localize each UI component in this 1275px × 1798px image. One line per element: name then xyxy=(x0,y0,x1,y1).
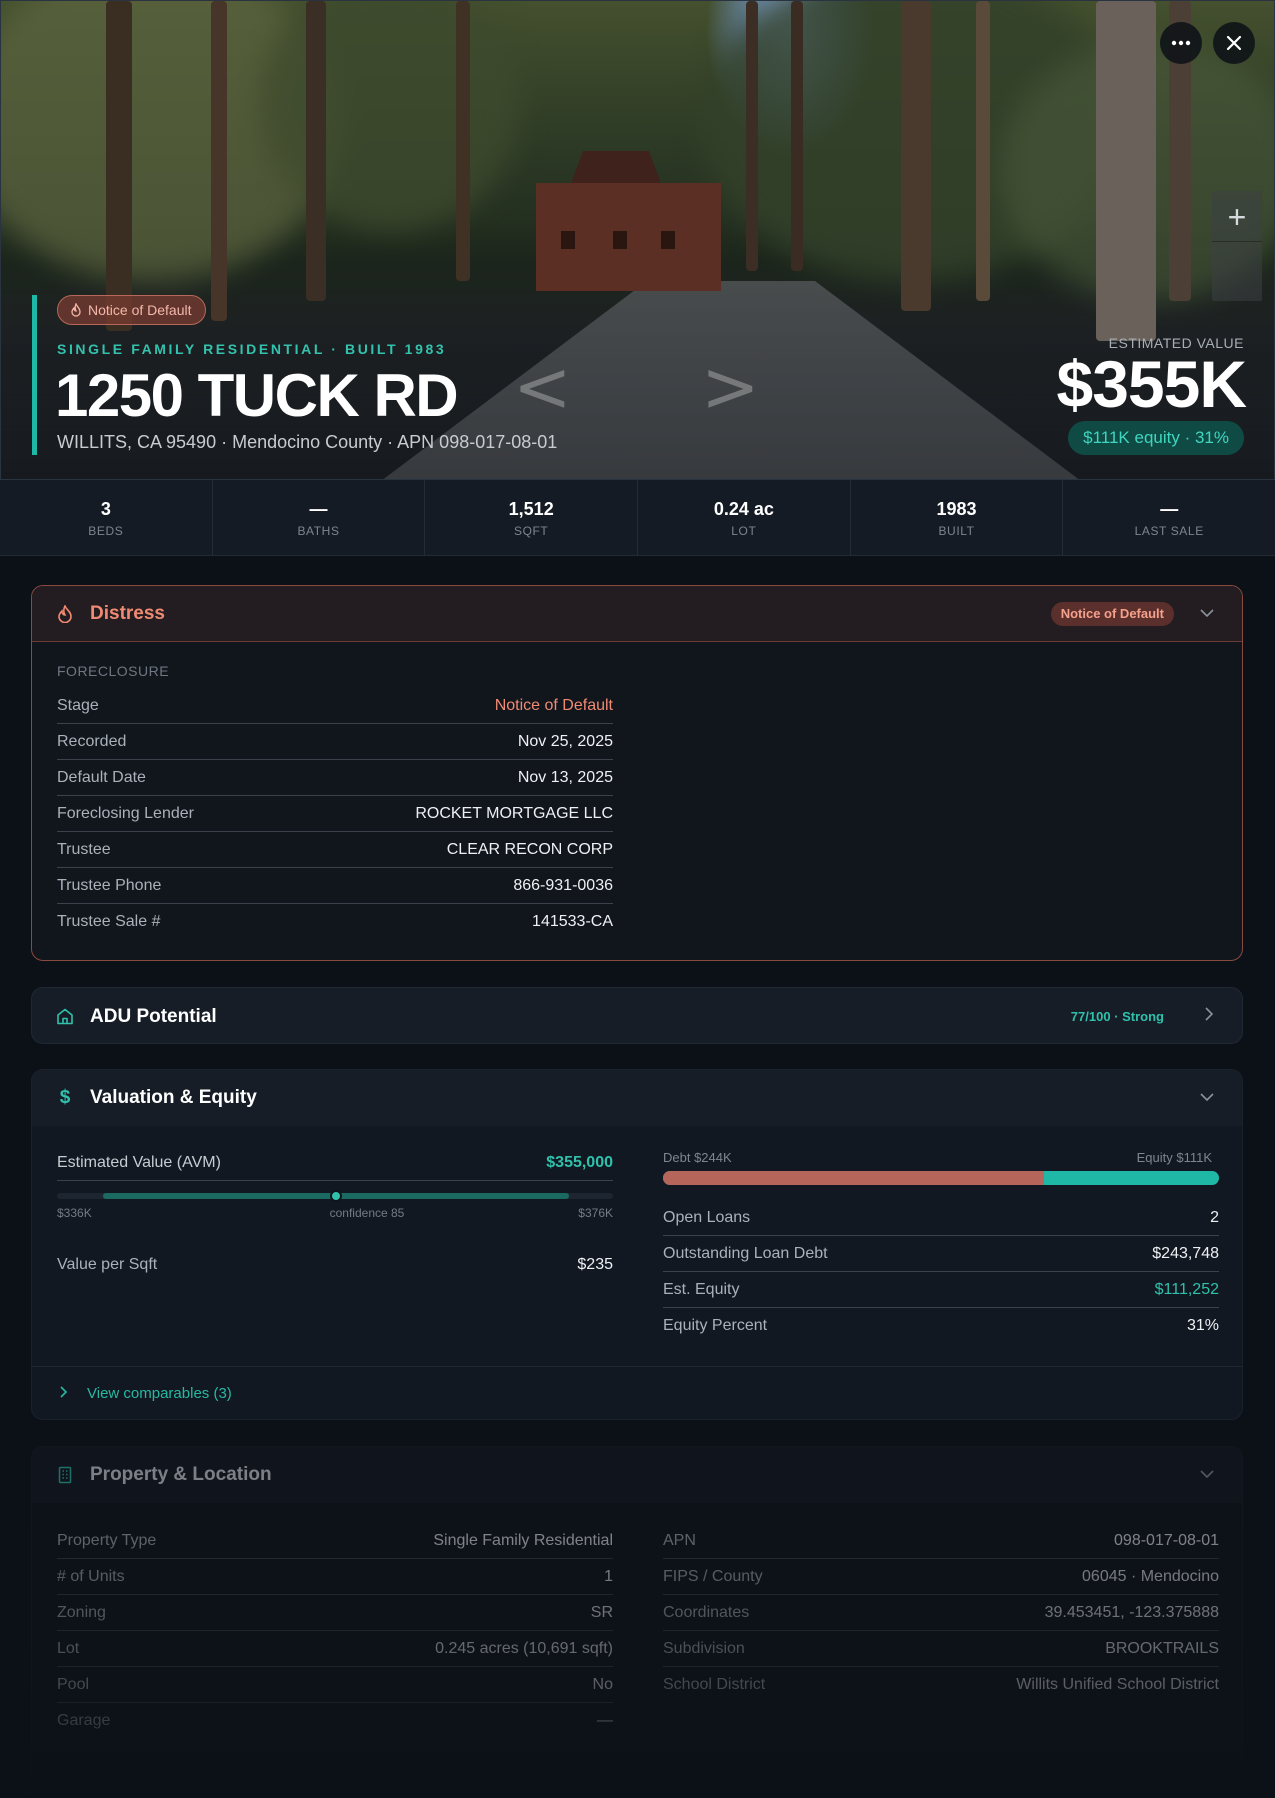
home-icon xyxy=(56,1008,74,1026)
property-row: Garage — xyxy=(57,1712,613,1729)
distress-title: Distress xyxy=(90,602,165,624)
flame-icon xyxy=(56,604,74,623)
valuation-equity-card: $ Valuation & Equity Estimated Value (AV… xyxy=(31,1069,1243,1420)
value-per-sqft-row: Value per Sqft $235 xyxy=(57,1256,613,1273)
equity-row: Open Loans 2 xyxy=(663,1200,1219,1236)
distress-row: Default Date Nov 13, 2025 xyxy=(57,760,613,796)
close-button[interactable] xyxy=(1213,22,1255,64)
more-icon xyxy=(1171,40,1191,46)
debt-label: Debt $244K xyxy=(663,1150,732,1165)
equity-label: Equity $111K xyxy=(1136,1150,1212,1165)
notice-of-default-badge: Notice of Default xyxy=(57,295,206,325)
equity-row: Est. Equity $111,252 xyxy=(663,1272,1219,1308)
location-row: Subdivision BROOKTRAILS xyxy=(663,1631,1219,1667)
valuation-title: Valuation & Equity xyxy=(90,1087,257,1108)
zoom-in-button[interactable]: + xyxy=(1212,195,1262,239)
equity-row: Outstanding Loan Debt $243,748 xyxy=(663,1236,1219,1272)
chevron-down-icon[interactable] xyxy=(1200,605,1214,623)
chevron-down-icon[interactable] xyxy=(1200,1466,1214,1484)
hero-accent-bar xyxy=(32,295,37,455)
stat-built: 1983 BUILT xyxy=(851,480,1064,555)
distress-row: Trustee CLEAR RECON CORP xyxy=(57,832,613,868)
stat-beds: 3 BEDS xyxy=(0,480,213,555)
property-row: Property Type Single Family Residential xyxy=(57,1523,613,1559)
foreclosure-section-label: FORECLOSURE xyxy=(57,663,170,679)
property-location: WILLITS, CA 95490 · Mendocino County · A… xyxy=(57,432,558,452)
dollar-icon: $ xyxy=(59,1087,71,1108)
zoom-control[interactable]: + xyxy=(1212,191,1262,301)
property-address-title: 1250 TUCK RD xyxy=(55,362,459,429)
range-low: $336K xyxy=(57,1206,92,1220)
equity-row: Equity Percent 31% xyxy=(663,1317,1219,1334)
stat-sqft: 1,512 SQFT xyxy=(425,480,639,555)
flame-icon xyxy=(71,303,81,317)
close-icon xyxy=(1226,35,1242,51)
stats-bar: 3 BEDS — BATHS 1,512 SQFT 0.24 ac LOT 1983 BU… xyxy=(0,480,1275,556)
distress-row: Recorded Nov 25, 2025 xyxy=(57,724,613,760)
distress-row: Foreclosing Lender ROCKET MORTGAGE LLC xyxy=(57,796,613,832)
location-row: School District Willits Unified School Di… xyxy=(663,1676,1219,1693)
adu-score: 77/100 · Strong xyxy=(1070,1009,1164,1024)
location-row: APN 098-017-08-01 xyxy=(663,1523,1219,1559)
distress-card: Distress Notice of Default FORECLOSURE S… xyxy=(31,585,1243,961)
property-row: Zoning SR xyxy=(57,1595,613,1631)
distress-badge: Notice of Default xyxy=(1050,601,1174,626)
more-options-button[interactable] xyxy=(1160,22,1202,64)
view-comparables-row[interactable]: View comparables (3) xyxy=(32,1366,1242,1419)
property-location-card: Property & Location Property Type Single … xyxy=(31,1446,1243,1798)
equity-pill: $111K equity · 31% xyxy=(1068,421,1244,455)
chevron-right-icon[interactable] xyxy=(1205,1007,1214,1026)
chevron-down-icon[interactable] xyxy=(1200,1089,1214,1107)
location-row: Coordinates 39.453451, -123.375888 xyxy=(663,1595,1219,1631)
chevron-right-icon xyxy=(60,1385,68,1401)
property-header[interactable]: Property & Location xyxy=(32,1447,1242,1503)
building-icon xyxy=(56,1466,74,1484)
avm-estimate-marker xyxy=(330,1190,342,1202)
property-subtitle: SINGLE FAMILY RESIDENTIAL · BUILT 1983 xyxy=(57,341,447,357)
stat-lot: 0.24 ac LOT xyxy=(638,480,851,555)
hero-streetview[interactable]: + < > Notice of Default SINGLE FAMILY RE… xyxy=(0,0,1275,480)
stat-last-sale: — LAST SALE xyxy=(1134,499,1204,538)
distress-row: Trustee Phone 866-931-0036 xyxy=(57,868,613,904)
distress-row: Trustee Sale #141533-CA xyxy=(57,913,613,930)
property-title: Property & Location xyxy=(90,1464,272,1485)
pan-right-arrow[interactable]: > xyxy=(701,346,760,428)
adu-title: ADU Potential xyxy=(90,1005,217,1027)
estimated-value: $355K xyxy=(1056,347,1247,421)
property-row: Lot 0.245 acres (10,691 sqft) xyxy=(57,1631,613,1667)
confidence-label: confidence 85 xyxy=(329,1206,405,1220)
range-high: $376K xyxy=(578,1206,613,1220)
debt-fill xyxy=(663,1171,1045,1185)
distress-row: Stage Notice of Default xyxy=(57,688,613,724)
debt-equity-bar xyxy=(663,1171,1219,1185)
avm-row: Estimated Value (AVM) $355,000 xyxy=(57,1145,613,1181)
distress-header[interactable]: Distress Notice of Default xyxy=(32,586,1242,642)
stat-baths: — BATHS xyxy=(213,480,426,555)
adu-potential-card[interactable]: ADU Potential 77/100 · Strong xyxy=(31,987,1243,1044)
location-row: FIPS / County 06045 · Mendocino xyxy=(663,1559,1219,1595)
pan-left-arrow[interactable]: < xyxy=(513,346,572,428)
badge-label: Notice of Default xyxy=(88,302,192,318)
property-row: # of Units 1 xyxy=(57,1559,613,1595)
view-comparables-link[interactable]: View comparables (3) xyxy=(87,1385,232,1402)
property-row: Pool No xyxy=(57,1667,613,1703)
valuation-header[interactable]: $ Valuation & Equity xyxy=(32,1070,1242,1126)
